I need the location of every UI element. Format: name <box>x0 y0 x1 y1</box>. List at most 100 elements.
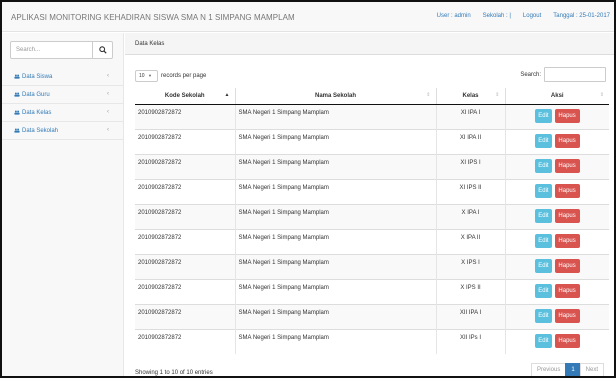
table-row: 2010902872872 SMA Negeri 1 Simpang Mampla… <box>135 253 609 279</box>
sidebar-search[interactable]: Search... <box>10 41 113 59</box>
sekolah-link[interactable]: Sekolah : | <box>483 13 511 19</box>
edit-button[interactable]: Edit <box>534 208 552 223</box>
cell-kode-sekolah: 2010902872872 <box>135 278 236 304</box>
cell-aksi: Edit Hapus <box>505 103 609 129</box>
edit-button[interactable]: Edit <box>534 183 552 198</box>
logout-link[interactable]: Logout <box>523 13 541 19</box>
sidebar-search-input[interactable]: Search... <box>11 42 92 58</box>
cell-nama-sekolah: SMA Negeri 1 Simpang Mamplam <box>235 303 437 329</box>
hapus-button[interactable]: Hapus <box>554 308 580 323</box>
sort-icon: ⇕ <box>426 92 431 98</box>
column-header-aksi[interactable]: Aksi ⇕ <box>505 88 609 105</box>
column-header-kode-sekolah[interactable]: Kode Sekolah ▲ <box>135 88 236 105</box>
cell-kelas: XII IPs I <box>436 328 506 354</box>
top-links: User : admin Sekolah : | Logout Tanggal … <box>425 13 610 19</box>
cell-kode-sekolah: 2010902872872 <box>135 153 236 179</box>
chevron-left-icon: ‹ <box>107 109 109 115</box>
cell-kelas: X IPS I <box>436 253 506 279</box>
edit-button[interactable]: Edit <box>534 108 552 123</box>
table-row: 2010902872872 SMA Negeri 1 Simpang Mampla… <box>135 303 609 329</box>
cell-kode-sekolah: 2010902872872 <box>135 303 236 329</box>
records-per-page: 10 ▼ records per page <box>135 70 206 82</box>
edit-button[interactable]: Edit <box>534 233 552 248</box>
users-icon <box>14 110 20 115</box>
table-search-label: Search: <box>520 71 541 78</box>
cell-aksi: Edit Hapus <box>505 178 609 204</box>
pagination: Previous 1 Next <box>530 363 604 376</box>
sidebar-item-label: Data Siswa <box>22 73 53 80</box>
cell-kelas: XI IPA II <box>436 128 506 154</box>
records-per-page-label: records per page <box>161 73 207 79</box>
hapus-button[interactable]: Hapus <box>554 233 580 248</box>
cell-kelas: X IPS II <box>436 278 506 304</box>
pagination-page-1[interactable]: 1 <box>565 363 581 376</box>
top-navbar: APLIKASI MONITORING KEHADIRAN SISWA SMA … <box>2 2 614 32</box>
cell-nama-sekolah: SMA Negeri 1 Simpang Mamplam <box>235 278 437 304</box>
chevron-left-icon: ‹ <box>107 127 109 133</box>
cell-nama-sekolah: SMA Negeri 1 Simpang Mamplam <box>235 103 437 129</box>
sidebar-item-label: Data Sekolah <box>22 127 59 134</box>
edit-button[interactable]: Edit <box>534 158 552 173</box>
cell-nama-sekolah: SMA Negeri 1 Simpang Mamplam <box>235 153 437 179</box>
hapus-button[interactable]: Hapus <box>554 333 580 348</box>
kelas-table: Kode Sekolah ▲ Nama Sekolah ⇕ Kelas ⇕ Aksi ⇕… <box>135 88 609 354</box>
sidebar-item-data-sekolah[interactable]: Data Sekolah ‹ <box>2 122 123 140</box>
table-row: 2010902872872 SMA Negeri 1 Simpang Mampla… <box>135 278 609 304</box>
cell-aksi: Edit Hapus <box>505 128 609 154</box>
edit-button[interactable]: Edit <box>534 258 552 273</box>
edit-button[interactable]: Edit <box>534 308 552 323</box>
cell-kelas: XI IPA I <box>436 103 506 129</box>
cell-aksi: Edit Hapus <box>505 328 609 354</box>
cell-kode-sekolah: 2010902872872 <box>135 328 236 354</box>
edit-button[interactable]: Edit <box>534 333 552 348</box>
edit-button[interactable]: Edit <box>534 133 552 148</box>
table-header-row: Kode Sekolah ▲ Nama Sekolah ⇕ Kelas ⇕ Aksi ⇕ <box>135 88 609 105</box>
hapus-button[interactable]: Hapus <box>554 283 580 298</box>
table-row: 2010902872872 SMA Negeri 1 Simpang Mampla… <box>135 153 609 179</box>
table-row: 2010902872872 SMA Negeri 1 Simpang Mampla… <box>135 103 609 129</box>
sidebar-item-label: Data Kelas <box>22 109 52 116</box>
records-per-page-select[interactable]: 10 ▼ <box>135 70 158 82</box>
hapus-button[interactable]: Hapus <box>554 158 580 173</box>
column-header-nama-sekolah[interactable]: Nama Sekolah ⇕ <box>235 88 437 105</box>
cell-aksi: Edit Hapus <box>505 303 609 329</box>
sidebar-item-data-guru[interactable]: Data Guru ‹ <box>2 86 123 104</box>
panel-title: Data Kelas <box>135 41 165 47</box>
table-info: Showing 1 to 10 of 10 entries <box>135 370 213 376</box>
sidebar-item-data-kelas[interactable]: Data Kelas ‹ <box>2 104 123 122</box>
sidebar-item-data-siswa[interactable]: Data Siswa ‹ <box>2 68 123 86</box>
cell-nama-sekolah: SMA Negeri 1 Simpang Mamplam <box>235 253 437 279</box>
hapus-button[interactable]: Hapus <box>554 133 580 148</box>
search-icon <box>98 46 107 54</box>
chevron-left-icon: ‹ <box>107 73 109 79</box>
column-header-kelas[interactable]: Kelas ⇕ <box>436 88 506 105</box>
pagination-next[interactable]: Next <box>579 363 604 376</box>
user-link[interactable]: User : admin <box>437 13 471 19</box>
pagination-previous[interactable]: Previous <box>530 363 567 376</box>
cell-kode-sekolah: 2010902872872 <box>135 203 236 229</box>
tanggal-link[interactable]: Tanggal : 25-01-2017 <box>553 13 610 19</box>
hapus-button[interactable]: Hapus <box>554 183 580 198</box>
cell-kelas: XII IPA I <box>436 303 506 329</box>
sort-icon: ⇕ <box>495 92 500 98</box>
chevron-down-icon: ▼ <box>147 73 152 78</box>
cell-kelas: X IPA II <box>436 228 506 254</box>
table-search-input[interactable] <box>544 67 606 82</box>
hapus-button[interactable]: Hapus <box>554 258 580 273</box>
panel-heading: Data Kelas <box>125 33 614 55</box>
cell-aksi: Edit Hapus <box>505 203 609 229</box>
main-content: Data Kelas 10 ▼ records per page Search:… <box>125 33 614 376</box>
table-row: 2010902872872 SMA Negeri 1 Simpang Mampla… <box>135 128 609 154</box>
records-per-page-value: 10 <box>139 73 145 79</box>
cell-kode-sekolah: 2010902872872 <box>135 253 236 279</box>
cell-aksi: Edit Hapus <box>505 228 609 254</box>
hapus-button[interactable]: Hapus <box>554 208 580 223</box>
cell-kode-sekolah: 2010902872872 <box>135 228 236 254</box>
cell-kode-sekolah: 2010902872872 <box>135 128 236 154</box>
edit-button[interactable]: Edit <box>534 283 552 298</box>
sidebar-search-button[interactable] <box>92 42 112 58</box>
app-title[interactable]: APLIKASI MONITORING KEHADIRAN SISWA SMA … <box>11 13 295 22</box>
users-icon <box>14 74 20 79</box>
sort-icon: ⇕ <box>599 92 604 98</box>
hapus-button[interactable]: Hapus <box>554 108 580 123</box>
